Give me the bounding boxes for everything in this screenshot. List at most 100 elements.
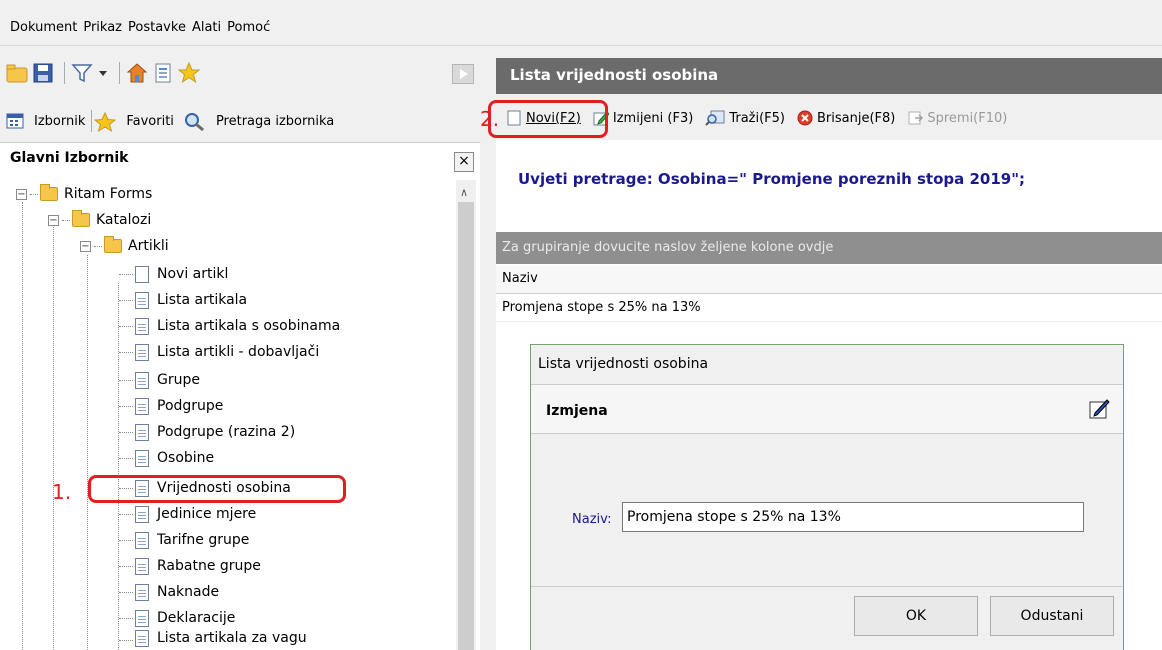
tree-item-naknade[interactable]: Naknade — [119, 580, 219, 604]
tree-connector — [94, 245, 102, 247]
blank-document-icon — [135, 265, 149, 283]
tree-label: Novi artikl — [157, 266, 229, 282]
tree-item-jedinice-mjere[interactable]: Jedinice mjere — [119, 502, 256, 526]
tree-connector — [119, 591, 133, 593]
step-marker-1: 1. — [52, 480, 72, 504]
tree-item-grupe[interactable]: Grupe — [119, 368, 200, 392]
tree-item-deklaracije[interactable]: Deklaracije — [119, 606, 235, 630]
tree-guide-line — [53, 225, 54, 650]
calendar-grid-icon — [6, 112, 24, 130]
magnifier-icon — [705, 110, 725, 126]
scroll-up-icon[interactable]: ∧ — [460, 186, 468, 199]
document-icon — [135, 291, 149, 309]
menu-postavke[interactable]: Postavke — [128, 20, 186, 35]
tree-guide-line — [87, 255, 88, 650]
tab-separator — [91, 110, 93, 132]
save-icon — [907, 110, 924, 126]
tree-label: Naknade — [157, 584, 220, 600]
tree-label: Lista artikala — [157, 292, 248, 308]
document-icon[interactable] — [152, 62, 174, 84]
tree-node-ritam-forms[interactable]: − Ritam Forms — [16, 182, 152, 206]
chevron-down-icon[interactable] — [97, 62, 109, 84]
cancel-button[interactable]: Odustani — [990, 596, 1114, 636]
menu-alati[interactable]: Alati — [192, 20, 221, 35]
tree-label: Lista artikala za vagu — [157, 630, 307, 646]
filter-icon[interactable] — [71, 62, 93, 84]
tree-item-tarifne-grupe[interactable]: Tarifne grupe — [119, 528, 249, 552]
naziv-input[interactable] — [622, 502, 1084, 532]
delete-icon — [797, 110, 813, 126]
tree-item-novi-artikl[interactable]: Novi artikl — [119, 262, 228, 286]
collapse-icon[interactable]: − — [16, 188, 27, 200]
document-icon — [135, 397, 149, 415]
tree-item-osobine[interactable]: Osobine — [119, 446, 214, 470]
tab-favoriti[interactable]: Favoriti — [94, 111, 174, 133]
search-condition-text: Uvjeti pretrage: Osobina=" Promjene pore… — [518, 170, 1026, 188]
tree-label: Grupe — [157, 372, 200, 388]
menu-prikaz[interactable]: Prikaz — [83, 20, 122, 35]
tab-pretraga[interactable]: Pretraga izbornika — [184, 112, 334, 132]
tree-node-artikli[interactable]: − Artikli — [80, 234, 169, 258]
tab-label: Izbornik — [34, 113, 86, 129]
document-icon — [135, 449, 149, 467]
tree-item-podgrupe[interactable]: Podgrupe — [119, 394, 223, 418]
collapse-icon[interactable]: − — [48, 214, 59, 226]
tree-connector — [119, 351, 133, 353]
star-icon — [94, 111, 117, 133]
tree-item-lista-artikala-za-vagu[interactable]: Lista artikala za vagu — [119, 630, 307, 650]
document-icon — [135, 609, 149, 627]
panel-title: Glavni Izbornik — [10, 150, 129, 166]
toolbar-separator — [119, 62, 120, 84]
tree-label: Lista artikala s osobinama — [157, 318, 341, 334]
collapse-icon[interactable]: − — [80, 240, 91, 252]
highlight-box-vrijednosti — [88, 475, 346, 503]
open-folder-icon[interactable] — [6, 62, 28, 84]
naziv-label: Naziv: — [572, 512, 612, 527]
tree-connector — [119, 431, 133, 433]
group-by-bar[interactable]: Za grupiranje dovucite naslov željene ko… — [496, 232, 1162, 264]
tree-label: Rabatne grupe — [157, 558, 261, 574]
tree-item-podgrupe-razina-2[interactable]: Podgrupe (razina 2) — [119, 420, 295, 444]
tree-label: Tarifne grupe — [157, 532, 250, 548]
edit-pencil-icon — [1088, 398, 1110, 420]
delete-button[interactable]: Brisanje(F8) — [797, 110, 895, 126]
star-icon[interactable] — [177, 61, 201, 84]
tree-label: Podgrupe — [157, 398, 224, 414]
tree-connector — [119, 617, 133, 619]
tree-item-rabatne-grupe[interactable]: Rabatne grupe — [119, 554, 261, 578]
home-icon[interactable] — [126, 62, 148, 84]
tree-label: Katalozi — [96, 212, 152, 228]
tab-izbornik[interactable]: Izbornik — [6, 112, 85, 130]
save-icon[interactable] — [32, 62, 54, 84]
menu-dokument[interactable]: Dokument — [10, 20, 77, 35]
table-row[interactable]: Promjena stope s 25% na 13% — [496, 296, 1162, 322]
tree-item-lista-artikala[interactable]: Lista artikala — [119, 288, 247, 312]
menu-pomoc[interactable]: Pomoć — [227, 20, 270, 35]
tree-connector — [119, 379, 133, 381]
document-icon — [135, 583, 149, 601]
tree-item-lista-artikala-s-osobinama[interactable]: Lista artikala s osobinama — [119, 314, 340, 338]
highlight-box-novi — [488, 100, 608, 138]
folder-icon — [104, 236, 122, 253]
document-icon — [135, 557, 149, 575]
scrollbar-thumb[interactable] — [458, 202, 474, 650]
search-button[interactable]: Traži(F5) — [705, 110, 785, 126]
tree-item-lista-artikli-dobavljaci[interactable]: Lista artikli - dobavljači — [119, 340, 319, 364]
window-title: Lista vrijednosti osobina — [496, 58, 1162, 94]
tree-node-katalozi[interactable]: − Katalozi — [48, 208, 151, 232]
tree-connector — [62, 219, 70, 221]
tree-connector — [119, 273, 133, 275]
document-icon — [135, 343, 149, 361]
save-button[interactable]: Spremi(F10) — [907, 110, 1007, 126]
folder-icon — [40, 184, 58, 201]
document-icon — [135, 630, 149, 647]
close-icon[interactable]: × — [454, 152, 474, 172]
document-icon — [135, 505, 149, 523]
tree-connector — [30, 193, 38, 195]
tree-connector — [119, 299, 133, 301]
tree-connector — [119, 640, 133, 641]
play-arrow-icon[interactable] — [452, 64, 474, 84]
column-header-naziv[interactable]: Naziv — [496, 266, 1162, 294]
ok-button[interactable]: OK — [854, 596, 978, 636]
tree-label: Osobine — [157, 450, 215, 466]
